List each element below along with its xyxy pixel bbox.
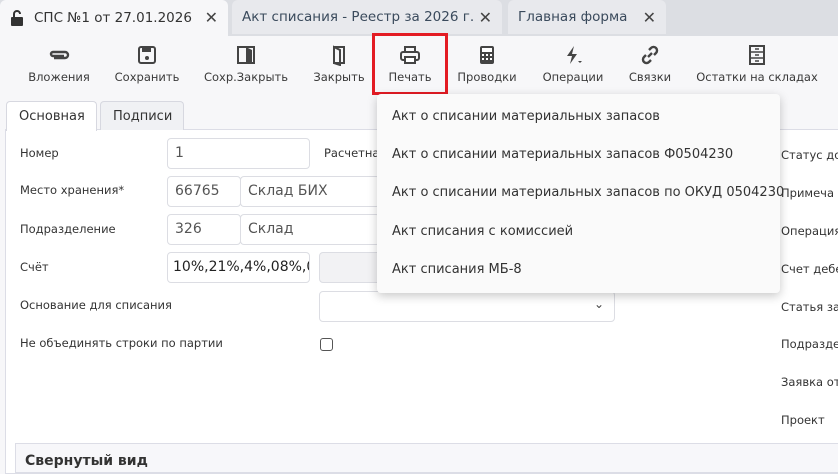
no-merge-checkbox[interactable] [320, 338, 333, 351]
print-menu-item[interactable]: Акт о списании материальных запасов [392, 109, 660, 124]
no-merge-label: Не объединять строки по партии [20, 336, 223, 350]
lock-icon [11, 10, 23, 26]
storage-name-input[interactable]: Склад БИХ [240, 176, 380, 207]
right-label: Операция [781, 224, 838, 238]
tab-signatures[interactable]: Подписи [100, 101, 184, 130]
number-input[interactable]: 1 [167, 138, 310, 169]
right-label: Счет дебе [781, 262, 838, 276]
tab-label: Акт списания - Реестр за 2026 г. [242, 9, 475, 25]
door-icon [333, 45, 345, 66]
operations-button[interactable]: Операции [538, 36, 608, 92]
tab-main-form[interactable]: Главная форма ✕ [508, 0, 666, 34]
save-close-button[interactable]: Сохр.Закрыть [200, 36, 292, 92]
print-menu-item[interactable]: Акт списания с комиссией [392, 224, 573, 239]
print-menu-item[interactable]: Акт о списании материальных запасов Ф050… [392, 147, 733, 162]
storage-label: Место хранения* [20, 183, 125, 197]
tab-label: Главная форма [518, 9, 628, 25]
basis-select[interactable]: ⌄ [319, 291, 615, 322]
tab-main[interactable]: Основная [6, 101, 97, 131]
right-label: Подразде [781, 337, 838, 351]
number-label: Номер [20, 146, 59, 160]
postings-button[interactable]: Проводки [454, 36, 520, 92]
division-label: Подразделение [20, 222, 116, 236]
right-label: Статья за [781, 300, 838, 314]
save-button[interactable]: Сохранить [110, 36, 184, 92]
attachments-button[interactable]: Вложения [24, 36, 94, 92]
account-label: Счёт [20, 260, 49, 274]
collapsed-view-section[interactable]: Свернутый вид [15, 443, 838, 473]
tab-sps[interactable]: СПС №1 от 27.01.2026 ✕ [0, 0, 228, 36]
print-menu-item[interactable]: Акт о списании материальных запасов по О… [392, 185, 784, 200]
lightning-icon [567, 46, 582, 64]
close-button[interactable]: Закрыть [310, 36, 368, 92]
document-tabs: СПС №1 от 27.01.2026 ✕ Акт списания - Ре… [0, 0, 838, 36]
calc-label: Расчетна [324, 146, 377, 160]
print-menu-item[interactable]: Акт списания МБ-8 [392, 262, 522, 277]
save-close-icon [237, 46, 255, 64]
right-label: Проект [781, 413, 825, 427]
chevron-down-icon: ⌄ [593, 297, 604, 311]
paperclip-icon [49, 50, 70, 60]
stock-button[interactable]: Остатки на складах [692, 36, 822, 92]
account-input[interactable]: 10%,21%,4%,08%,0 [167, 252, 310, 283]
tab-label: СПС №1 от 27.01.2026 [34, 10, 192, 26]
right-label: Заявка от [781, 375, 838, 389]
right-label: Примеча [781, 186, 835, 200]
close-icon[interactable]: ✕ [479, 8, 492, 27]
close-icon[interactable]: ✕ [643, 8, 656, 27]
cabinet-icon [749, 45, 765, 65]
print-menu: Акт о списании материальных запасов Акт … [377, 94, 784, 293]
storage-code-input[interactable]: 66765 [167, 176, 241, 207]
basis-label: Основание для списания [20, 298, 172, 312]
division-code-input[interactable]: 326 [167, 214, 241, 245]
division-name-input[interactable]: Склад [240, 214, 380, 245]
right-label: Статус до [781, 148, 838, 162]
links-button[interactable]: Связки [624, 36, 676, 92]
link-icon [641, 45, 659, 65]
calculator-icon [480, 46, 494, 64]
print-highlight [372, 33, 448, 95]
tab-registry[interactable]: Акт списания - Реестр за 2026 г. ✕ [232, 0, 502, 34]
floppy-icon [138, 46, 156, 64]
close-icon[interactable]: ✕ [205, 8, 218, 27]
